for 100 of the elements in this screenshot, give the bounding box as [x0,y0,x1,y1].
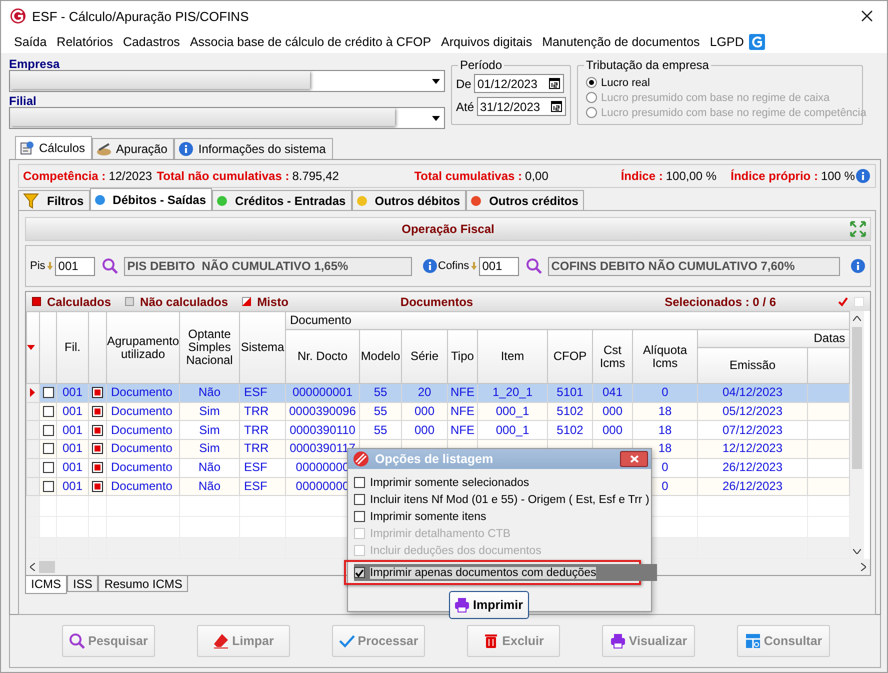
table-cell: NFE [450,385,474,400]
table-cell: 0 [662,478,668,493]
field-label: Pis [30,260,46,272]
table-cell: TRR [244,441,269,456]
table-cell: 55 [374,385,388,400]
table-cell: 0000390110 [290,422,356,437]
table-cell: TRR [244,422,269,437]
table-cell: 0 [662,385,668,400]
table-cell: 20 [418,385,432,400]
table-cell: Documento [111,404,172,418]
summary-label: Índice próprio : [730,169,818,183]
table-cell: 18 [658,441,672,456]
legend-label: Misto [257,294,288,308]
table-cell: 0 [662,460,668,474]
summary-value: 0,00 [525,169,548,183]
table-cell: 5101 [556,385,584,400]
table-cell: 001 [62,460,83,474]
column-header: Item [478,330,548,384]
column-header: Emissão [698,348,808,384]
table-cell: Documento [111,385,172,400]
summary-label: Total cumulativas : [414,169,522,183]
window-title: ESF - Cálculo/Apuração PIS/COFINS [32,8,249,24]
field-label: Cofins [438,260,470,272]
table-cell: 1_20_1 [492,385,533,400]
summary-label: Índice : [620,169,663,183]
column-header: Datas [698,330,850,348]
field-label: De [456,76,472,90]
section-title: Operação Fiscal [402,222,494,236]
table-cell: 000 [602,404,623,418]
table-cell: 04/12/2023 [722,385,783,400]
table-cell: NFE [450,422,474,437]
table-cell: 001 [62,478,83,493]
legend-label: Não calculados [140,294,228,308]
table-cell: 001 [62,441,83,456]
grid-title: Documentos [400,294,474,308]
column-header: Tipo [448,330,478,384]
table-cell: 001 [62,404,83,418]
summary-value: 100 % [820,169,855,183]
option-label: Imprimir apenas documentos com deduções [370,566,596,578]
option-label: Incluir deduções dos documentos [370,544,542,556]
table-cell: 55 [374,422,388,437]
table-cell: 000000001 [292,385,353,400]
column-header: Fil. [56,312,88,384]
table-cell: 000 [414,422,435,437]
column-header: Cst Icms [592,330,632,384]
table-cell: 000_1 [496,422,530,437]
table-cell: 05/12/2023 [722,404,783,418]
table-cell: 5102 [556,422,584,437]
table-cell: TRR [244,404,269,418]
selection-count: Selecionados : 0 / 6 [664,294,776,308]
table-cell: 00000000 [296,460,350,474]
summary-value: 12/2023 [108,169,152,183]
column-header: Modelo [360,330,402,384]
table-cell: 041 [602,385,623,400]
table-cell: Documento [111,460,172,474]
table-cell: 55 [374,404,388,418]
column-header: CFOP [548,330,592,384]
table-cell: Documento [111,441,172,456]
filial-label: Filial [9,94,38,107]
column-header: Optante Simples Nacional [180,312,240,384]
column-header: Nr. Docto [286,330,360,384]
summary-label: Total não cumulativas : [156,169,290,183]
table-cell: 18 [658,404,672,418]
description-field: PIS DEBITO NÃO CUMULATIVO 1,65% [124,256,412,276]
field-label: Até [456,100,474,114]
summary-value: 100,00 % [666,169,717,183]
table-cell: Não [198,385,220,400]
table-cell: 07/12/2023 [722,422,783,437]
table-cell: 000 [414,404,435,418]
group-title: Tributação da empresa [584,58,711,72]
table-cell: Sim [199,441,220,456]
table-cell: 26/12/2023 [722,478,783,493]
description-field: COFINS DEBITO NÃO CUMULATIVO 7,60% [548,256,840,276]
table-cell: Não [198,460,220,474]
column-header: Alíquota Icms [632,330,698,384]
option-label: Incluir itens Nf Mod (01 e 55) - Origem ( Est, Esf e Trr ) [370,494,650,506]
table-cell: 26/12/2023 [722,460,783,474]
table-cell: 00000000 [296,478,350,493]
table-cell: Documento [111,478,172,493]
table-cell: Documento [111,422,172,437]
table-cell: 001 [62,385,83,400]
table-cell: ESF [244,478,268,493]
summary-label: Competência : [23,169,106,183]
empresa-label: Empresa [9,57,61,70]
table-cell: 12/12/2023 [722,441,783,456]
table-cell: 000_1 [496,404,530,418]
table-cell: Não [198,478,220,493]
table-cell: 0000390117 [290,441,356,456]
table-cell: 18 [658,422,672,437]
table-cell: ESF [244,460,268,474]
table-cell: 5102 [556,404,584,418]
table-cell: 000 [602,422,623,437]
table-cell: Sim [199,404,220,418]
column-header: Sistema [240,312,286,384]
legend-label: Calculados [47,294,112,308]
option-label: Imprimir detalhamento CTB [370,528,511,540]
table-cell: NFE [450,404,474,418]
table-cell: Sim [199,422,220,437]
summary-value: 8.795,42 [292,169,339,183]
table-cell: 0000390096 [289,404,356,418]
